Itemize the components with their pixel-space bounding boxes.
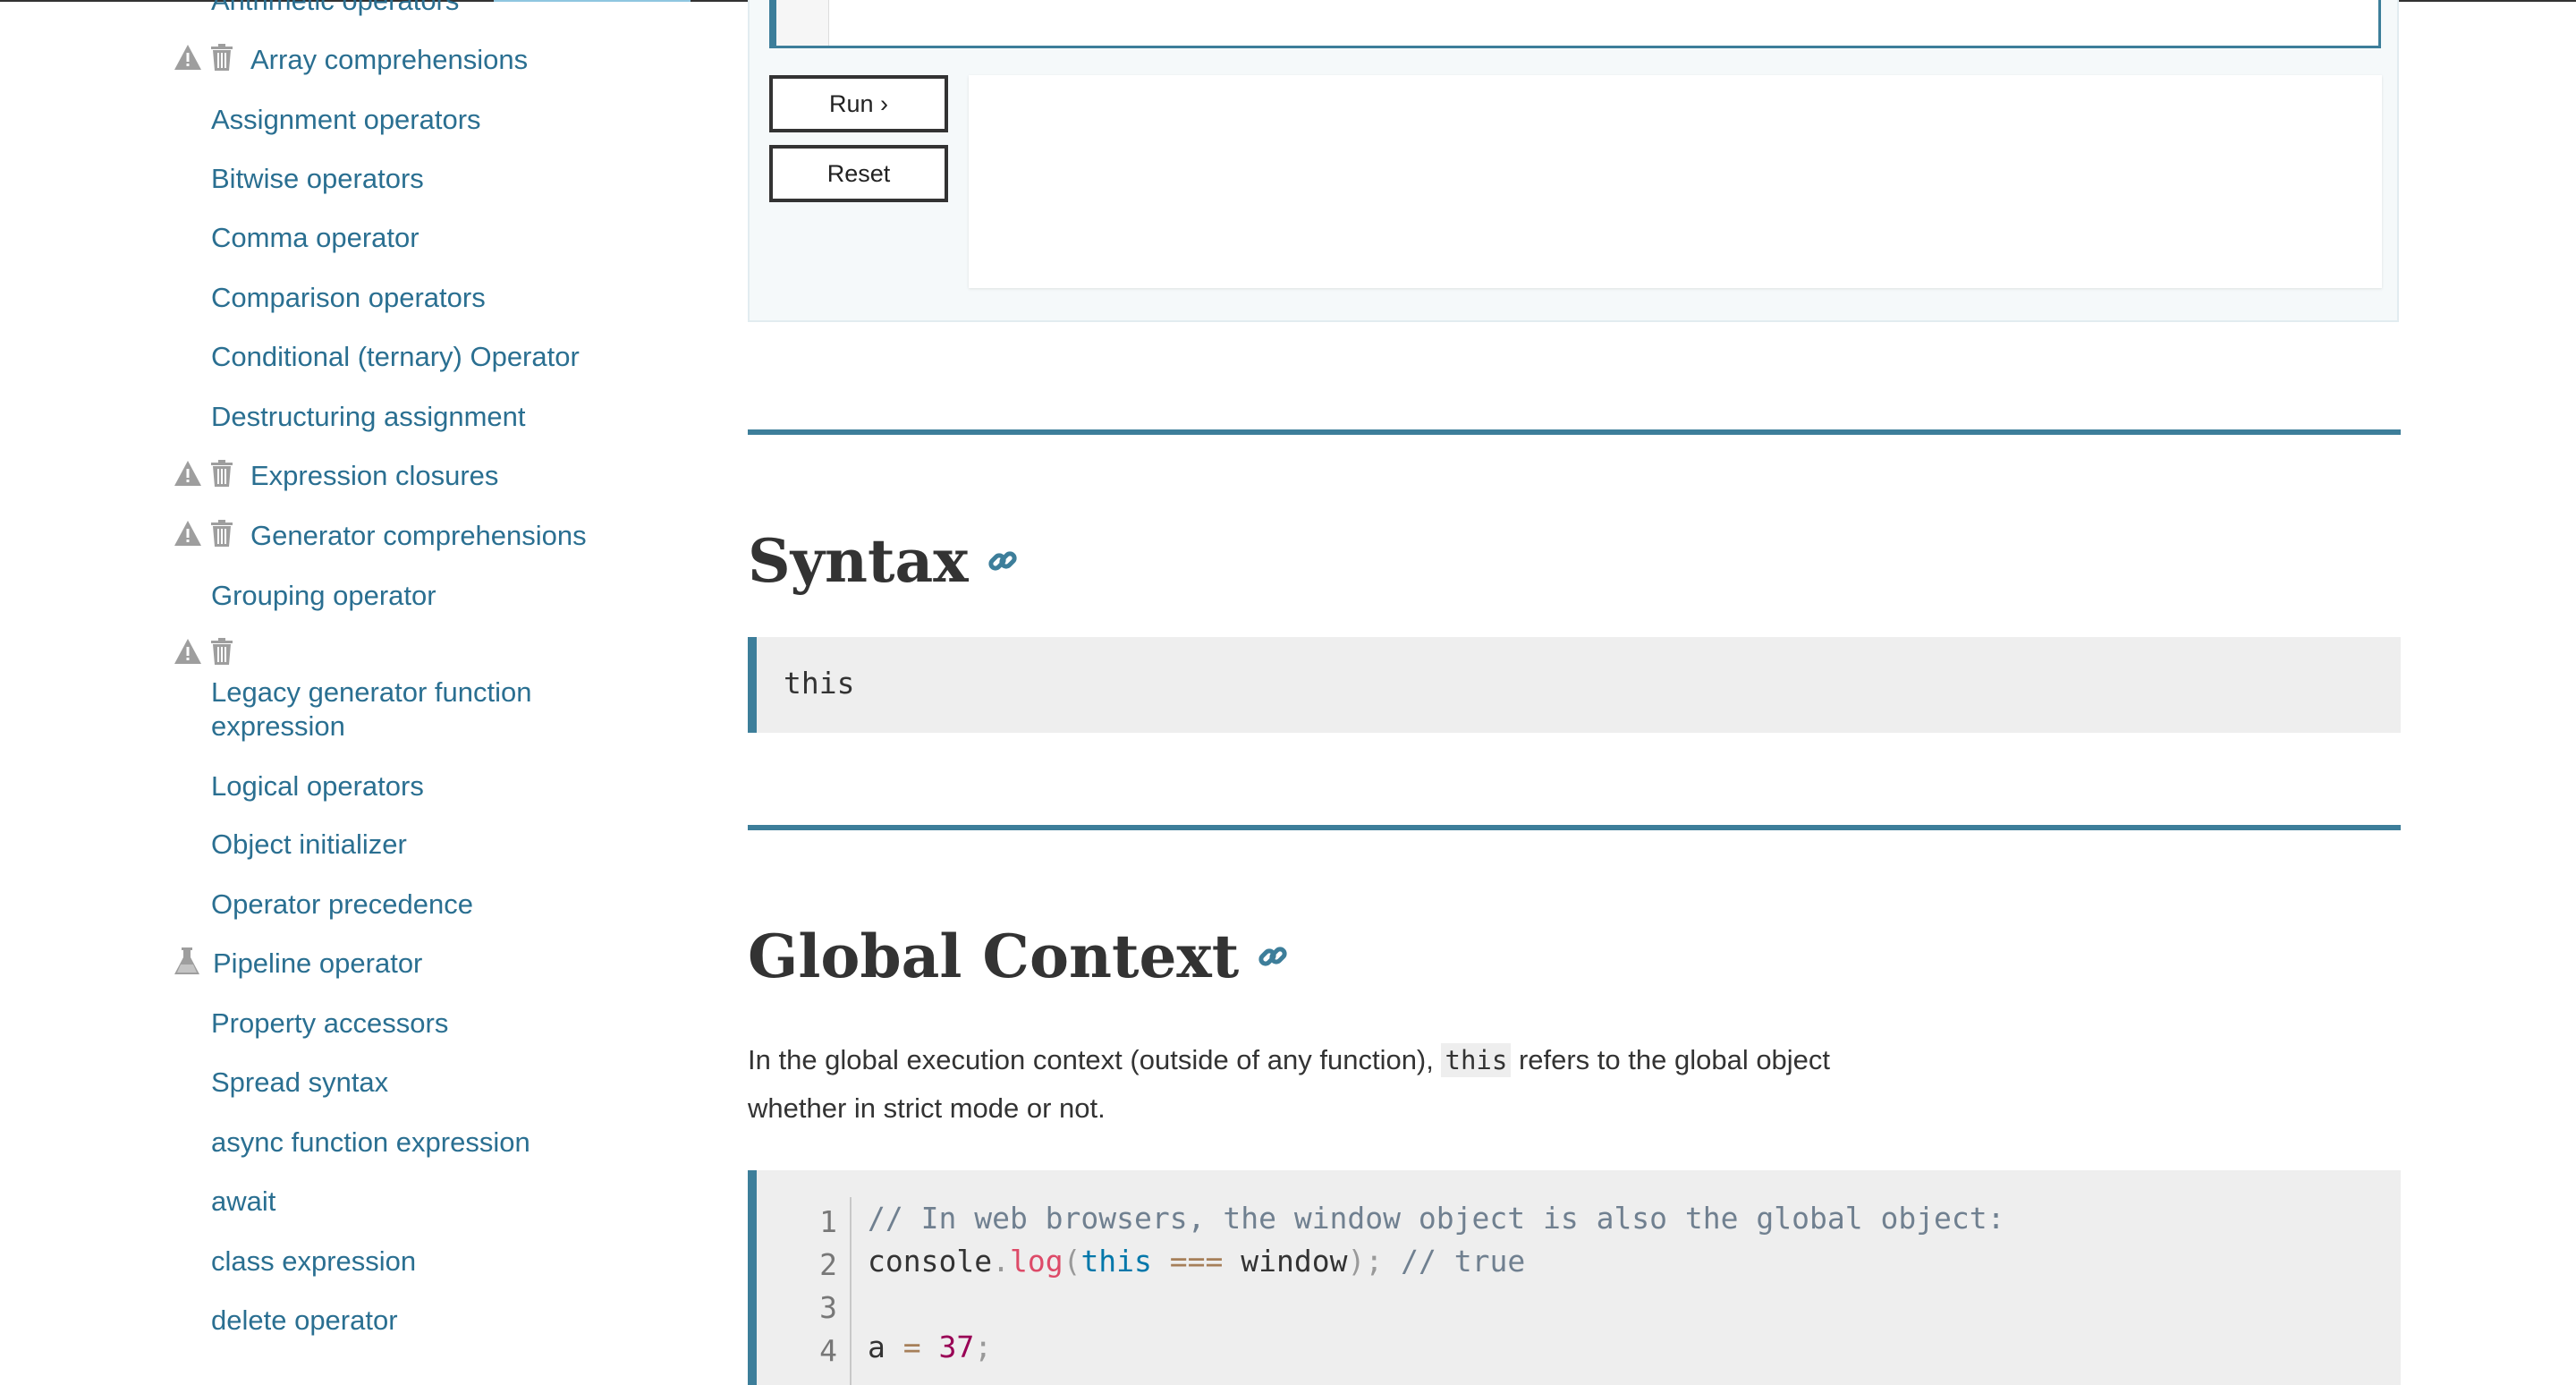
sidebar-item-await[interactable]: await xyxy=(211,1185,275,1219)
line-number: 2 xyxy=(819,1247,837,1282)
editor-gutter xyxy=(776,0,829,46)
code-example-block: 1 2 3 4 // In web browsers, the window o… xyxy=(748,1170,2401,1385)
sidebar-item-icons xyxy=(174,519,234,548)
sidebar-item-icons xyxy=(174,637,234,666)
sidebar-item-pipeline-operator[interactable]: Pipeline operator xyxy=(213,947,422,981)
sidebar-item-comma-operator[interactable]: Comma operator xyxy=(211,221,419,255)
code-token: console xyxy=(868,1244,993,1279)
code-token: ( xyxy=(1063,1244,1081,1279)
sidebar-item-async-function-expression[interactable]: async function expression xyxy=(211,1126,530,1160)
code-token: ; xyxy=(974,1330,993,1364)
code-token: this xyxy=(1080,1244,1152,1279)
flask-icon xyxy=(174,947,200,975)
sidebar-item-bitwise-operators[interactable]: Bitwise operators xyxy=(211,162,424,196)
run-button[interactable]: Run › xyxy=(769,75,948,132)
sidebar-item-logical-operators[interactable]: Logical operators xyxy=(211,769,424,803)
interactive-example-panel: Run › Reset xyxy=(748,0,2399,322)
code-token: a xyxy=(868,1330,886,1364)
code-token: 37 xyxy=(938,1330,975,1364)
sidebar-item-grouping-operator[interactable]: Grouping operator xyxy=(211,579,436,613)
syntax-heading-text: Syntax xyxy=(748,526,969,596)
code-token: === xyxy=(1169,1244,1224,1279)
main-content: Run › Reset Syntax this Global Context I… xyxy=(748,0,2401,1385)
gutter-divider xyxy=(850,1197,852,1385)
code-line: console.log(this === window); // true xyxy=(868,1244,1525,1279)
sidebar-item-icons xyxy=(174,43,234,72)
sidebar-item-legacy-generator-function-expression[interactable]: Legacy generator function expression xyxy=(211,676,587,743)
sidebar-item-comparison-operators[interactable]: Comparison operators xyxy=(211,281,486,315)
sidebar-item-conditional-operator[interactable]: Conditional (ternary) Operator xyxy=(211,340,580,374)
code-comment: // true xyxy=(1401,1244,1526,1279)
sidebar-item-object-initializer[interactable]: Object initializer xyxy=(211,828,407,862)
link-icon[interactable] xyxy=(1257,940,1289,973)
sidebar-nav: Arithmetic operators Array comprehension… xyxy=(0,0,707,1358)
code-token: window xyxy=(1241,1244,1348,1279)
line-number: 3 xyxy=(819,1290,837,1325)
sidebar-item-assignment-operators[interactable]: Assignment operators xyxy=(211,103,481,137)
section-divider xyxy=(748,825,2401,830)
warning-triangle-icon xyxy=(174,460,202,487)
sidebar-item-icons xyxy=(174,947,200,975)
warning-triangle-icon xyxy=(174,520,202,547)
sidebar-item-destructuring-assignment[interactable]: Destructuring assignment xyxy=(211,400,526,434)
sidebar-item-array-comprehensions[interactable]: Array comprehensions xyxy=(250,43,528,77)
inline-code: this xyxy=(1441,1043,1512,1077)
sidebar-item-expression-closures[interactable]: Expression closures xyxy=(250,459,498,493)
code-editor[interactable] xyxy=(769,0,2381,48)
syntax-code-block: this xyxy=(748,637,2401,733)
line-number: 1 xyxy=(819,1204,837,1239)
code-line: a = 37; xyxy=(868,1330,992,1364)
global-context-heading: Global Context xyxy=(748,922,1289,991)
code-comment: // In web browsers, the window object is… xyxy=(868,1201,2005,1236)
trash-can-icon xyxy=(209,459,234,488)
global-context-paragraph: In the global execution context (outside… xyxy=(748,1036,1911,1133)
trash-can-icon xyxy=(209,43,234,72)
warning-triangle-icon xyxy=(174,44,202,71)
sidebar-item-operator-precedence[interactable]: Operator precedence xyxy=(211,888,473,922)
sidebar-item-icons xyxy=(174,459,234,488)
paragraph-text: In the global execution context (outside… xyxy=(748,1044,1442,1075)
warning-triangle-icon xyxy=(174,638,202,665)
sidebar-item-delete-operator[interactable]: delete operator xyxy=(211,1304,398,1338)
sidebar-item-property-accessors[interactable]: Property accessors xyxy=(211,1007,448,1041)
sidebar-item-class-expression[interactable]: class expression xyxy=(211,1245,416,1279)
trash-can-icon xyxy=(209,637,234,666)
trash-can-icon xyxy=(209,519,234,548)
code-token: . xyxy=(992,1244,1010,1279)
output-console xyxy=(969,75,2382,288)
line-number: 4 xyxy=(819,1333,837,1368)
code-token: log xyxy=(1009,1244,1063,1279)
syntax-code: this xyxy=(784,666,855,701)
sidebar-item-arithmetic-operators[interactable]: Arithmetic operators xyxy=(211,0,459,18)
sidebar-item-generator-comprehensions[interactable]: Generator comprehensions xyxy=(250,519,587,553)
code-token: = xyxy=(902,1330,921,1364)
syntax-heading: Syntax xyxy=(748,526,1019,596)
reset-button[interactable]: Reset xyxy=(769,145,948,202)
link-icon[interactable] xyxy=(987,545,1019,577)
code-token: ); xyxy=(1347,1244,1384,1279)
section-divider xyxy=(748,429,2401,435)
sidebar-item-spread-syntax[interactable]: Spread syntax xyxy=(211,1066,388,1100)
code-line: // In web browsers, the window object is… xyxy=(868,1201,2005,1236)
global-context-heading-text: Global Context xyxy=(748,922,1240,991)
